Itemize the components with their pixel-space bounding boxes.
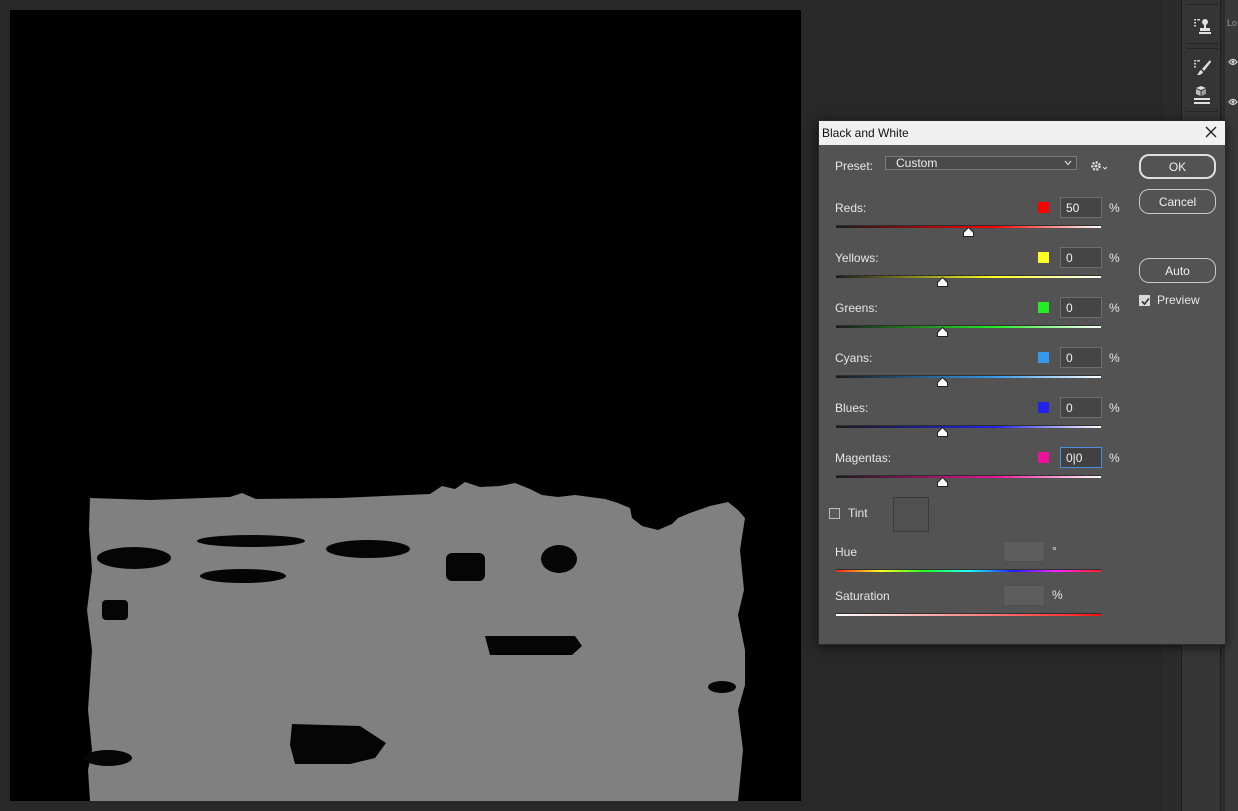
preview-label: Preview xyxy=(1157,293,1200,307)
panel-divider xyxy=(1186,43,1218,44)
preview-checkbox[interactable] xyxy=(1139,295,1150,306)
magentas-slider-track[interactable] xyxy=(836,475,1101,478)
hue-unit: ° xyxy=(1052,544,1057,558)
saturation-label: Saturation xyxy=(835,589,890,603)
slider-label: Blues: xyxy=(835,401,869,415)
percent-sign: % xyxy=(1109,351,1120,365)
image-canvas[interactable] xyxy=(10,10,801,801)
ok-button[interactable]: OK xyxy=(1139,154,1216,179)
slider-label: Reds: xyxy=(835,201,867,215)
close-icon[interactable] xyxy=(1203,124,1219,140)
panel-divider xyxy=(1186,111,1218,112)
stamp-icon xyxy=(1194,19,1211,34)
panel-divider xyxy=(1186,48,1218,49)
reds-input[interactable]: 50 xyxy=(1060,197,1102,218)
clone-source-button[interactable] xyxy=(1190,14,1214,38)
greens-slider-handle[interactable] xyxy=(936,327,948,337)
canvas-image xyxy=(84,482,745,801)
layer-styles-button[interactable] xyxy=(1190,83,1214,107)
cyans-slider-handle[interactable] xyxy=(936,377,948,387)
tint-color-swatch[interactable] xyxy=(893,497,929,532)
reds-slider-handle[interactable] xyxy=(963,227,974,237)
gear-icon[interactable] xyxy=(1089,159,1109,173)
percent-sign: % xyxy=(1109,301,1120,315)
cyans-input[interactable]: 0 xyxy=(1060,347,1102,368)
tint-label: Tint xyxy=(848,506,868,520)
auto-button[interactable]: Auto xyxy=(1139,258,1216,283)
reds-swatch xyxy=(1038,202,1049,213)
cyans-slider-track[interactable] xyxy=(836,375,1101,378)
hue-input[interactable] xyxy=(1003,541,1045,562)
slider-label: Magentas: xyxy=(835,451,892,465)
eye-icon[interactable] xyxy=(1228,58,1238,66)
saturation-input[interactable] xyxy=(1003,585,1045,606)
chevron-down-icon xyxy=(1064,160,1072,166)
slider-label: Yellows: xyxy=(835,251,879,265)
eye-icon[interactable] xyxy=(1228,98,1238,106)
checkmark-icon xyxy=(1141,297,1150,306)
blues-slider-handle[interactable] xyxy=(936,427,948,437)
preset-label: Preset: xyxy=(835,159,874,173)
yellows-slider-track[interactable] xyxy=(836,275,1101,278)
layers-panel-title: Lo xyxy=(1227,18,1238,28)
saturation-slider-track[interactable] xyxy=(836,613,1101,616)
percent-sign: % xyxy=(1109,251,1120,265)
percent-sign: % xyxy=(1109,451,1120,465)
magentas-swatch xyxy=(1038,452,1049,463)
yellows-slider-handle[interactable] xyxy=(936,277,948,287)
tint-checkbox[interactable] xyxy=(829,508,840,519)
slider-label: Cyans: xyxy=(835,351,873,365)
yellows-input[interactable]: 0 xyxy=(1060,247,1102,268)
slider-label: Greens: xyxy=(835,301,878,315)
cyans-swatch xyxy=(1038,352,1049,363)
percent-sign: % xyxy=(1109,201,1120,215)
yellows-swatch xyxy=(1038,252,1049,263)
preset-dropdown[interactable]: Custom xyxy=(885,156,1077,170)
cancel-button[interactable]: Cancel xyxy=(1139,189,1216,214)
hue-slider-track[interactable] xyxy=(836,569,1101,572)
layers-panel-edge: Lo xyxy=(1225,0,1238,811)
panel-divider xyxy=(1186,4,1218,5)
magentas-input[interactable]: 0|0 xyxy=(1060,447,1102,468)
percent-sign: % xyxy=(1109,401,1120,415)
greens-swatch xyxy=(1038,302,1049,313)
brush-settings-button[interactable] xyxy=(1190,55,1214,79)
saturation-unit: % xyxy=(1052,588,1063,602)
brush-icon xyxy=(1194,60,1211,75)
greens-slider-track[interactable] xyxy=(836,325,1101,328)
blues-slider-track[interactable] xyxy=(836,425,1101,428)
blues-swatch xyxy=(1038,402,1049,413)
layer-styles-icon xyxy=(1194,86,1210,104)
black-and-white-dialog: Black and White Preset: Custom Reds: 50 … xyxy=(818,120,1226,645)
hue-label: Hue xyxy=(835,545,858,559)
greens-input[interactable]: 0 xyxy=(1060,297,1102,318)
dialog-title: Black and White xyxy=(822,126,909,140)
dialog-titlebar[interactable]: Black and White xyxy=(819,121,1225,145)
magentas-slider-handle[interactable] xyxy=(936,477,948,487)
blues-input[interactable]: 0 xyxy=(1060,397,1102,418)
preset-value: Custom xyxy=(896,156,938,170)
